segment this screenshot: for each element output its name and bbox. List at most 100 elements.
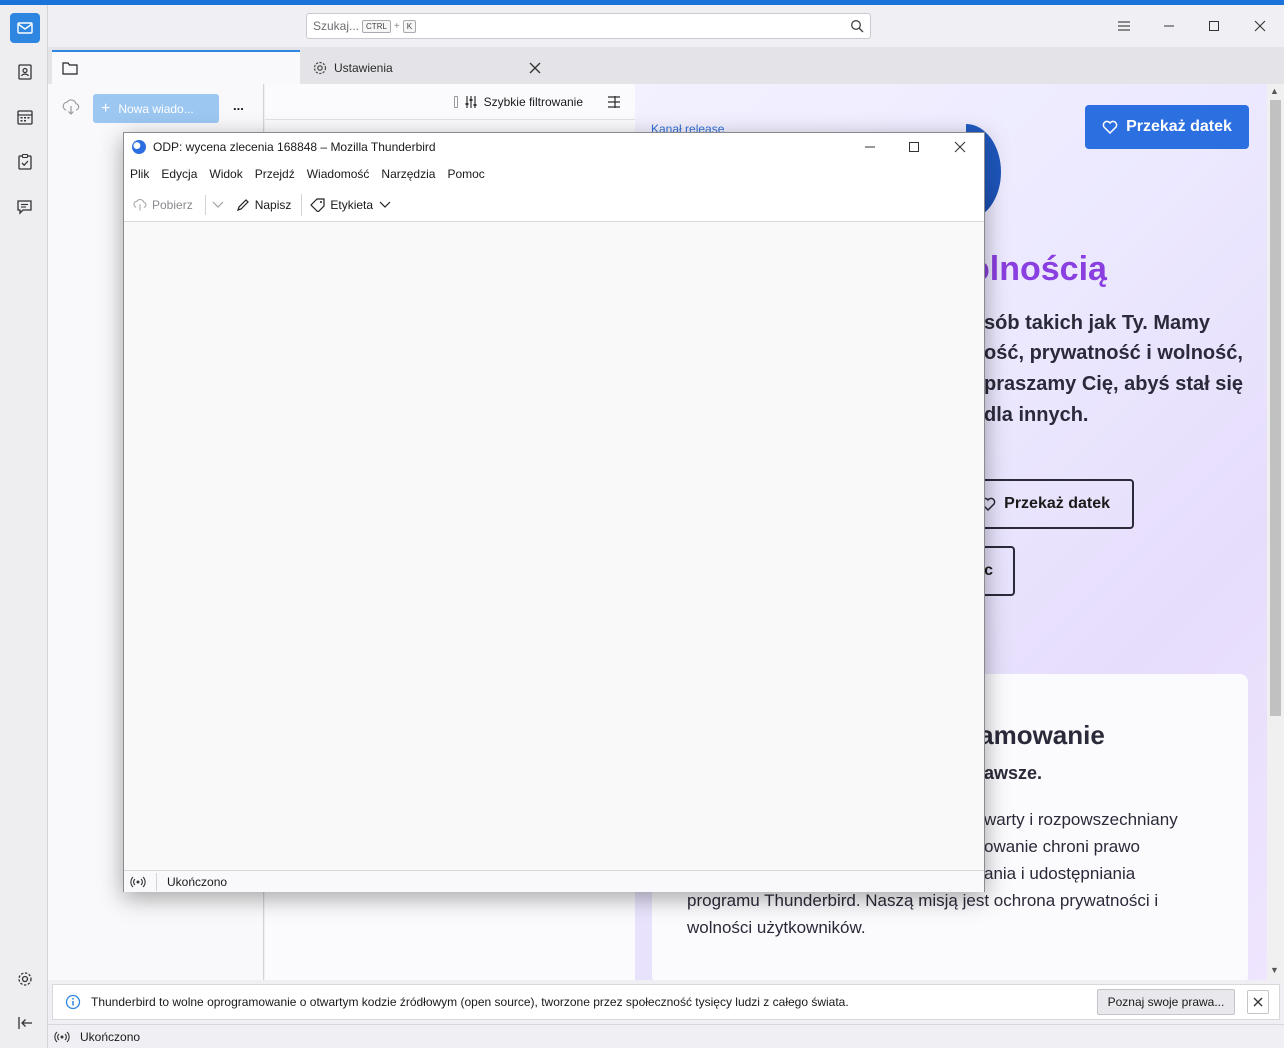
address-book-icon: [18, 64, 32, 80]
chevron-down-icon[interactable]: [212, 201, 224, 209]
display-options-icon[interactable]: [607, 95, 621, 109]
calendar-icon: [17, 110, 33, 125]
popup-minimize-button[interactable]: [848, 135, 892, 159]
notification-bar: Thunderbird to wolne oprogramowanie o ot…: [52, 984, 1280, 1020]
mail-icon: [17, 22, 33, 34]
thunderbird-logo-icon: [132, 140, 146, 154]
collapse-spaces-button[interactable]: [10, 1008, 40, 1038]
quick-filter-label[interactable]: Szybkie filtrowanie: [484, 95, 583, 109]
card-line-1: warty i rozpowszechniany: [984, 810, 1178, 829]
global-search-input[interactable]: Szukaj... CTRL + K: [306, 13, 871, 39]
close-window-button[interactable]: [1247, 14, 1273, 38]
donate-top-label: Przekaż datek: [1126, 118, 1232, 135]
menu-pomoc[interactable]: Pomoc: [447, 167, 484, 181]
online-status-icon[interactable]: [130, 875, 146, 889]
donate-mid-label: Przekaż datek: [1004, 495, 1110, 512]
popup-status-text: Ukończono: [167, 874, 228, 889]
maximize-icon: [909, 142, 919, 152]
tab-settings-label: Ustawienia: [334, 61, 393, 75]
close-icon: [954, 141, 966, 153]
message-window-title: ODP: wycena zlecenia 168848 – Mozilla Th…: [153, 140, 436, 154]
chat-space-button[interactable]: [10, 192, 40, 222]
new-message-button[interactable]: + Nowa wiado...: [93, 94, 219, 123]
donate-button[interactable]: Przekaż datek: [966, 479, 1134, 529]
chat-icon: [17, 200, 32, 215]
tasks-icon: [18, 153, 32, 170]
status-text: Ukończono: [80, 1029, 141, 1044]
thread-toolbar: Szybkie filtrowanie: [265, 84, 635, 120]
scroll-down-arrow-icon[interactable]: ▼: [1270, 965, 1279, 975]
menu-przejdz[interactable]: Przejdź: [255, 167, 295, 181]
write-button-label[interactable]: Napisz: [255, 198, 292, 212]
cloud-download-icon: [62, 99, 80, 115]
message-window-menubar: Plik Edycja Widok Przejdź Wiadomość Narz…: [124, 161, 984, 187]
mail-space-button[interactable]: [10, 13, 40, 43]
card-line-3: ania i udostępniania: [984, 864, 1136, 883]
settings-space-button[interactable]: [10, 964, 40, 994]
pencil-icon: [236, 199, 249, 211]
message-window-titlebar: ODP: wycena zlecenia 168848 – Mozilla Th…: [124, 133, 984, 161]
new-message-label: Nowa wiado...: [118, 101, 194, 116]
close-icon: [1254, 20, 1266, 32]
toolbar-divider: [301, 194, 303, 216]
maximize-button[interactable]: [1201, 14, 1227, 38]
message-window-toolbar: Pobierz Napisz Etykieta: [124, 189, 984, 222]
plus-icon: +: [101, 99, 111, 117]
folder-pane-more-button[interactable]: ...: [233, 98, 244, 113]
quick-filter-icon[interactable]: [464, 95, 478, 109]
get-messages-label[interactable]: Pobierz: [152, 198, 193, 212]
promo-para-line-3: praszamy Cię, abyś stał się: [984, 373, 1244, 395]
minimize-button[interactable]: [1156, 14, 1182, 38]
spaces-toolbar: [0, 5, 48, 1048]
tag-button-label[interactable]: Etykieta: [330, 198, 373, 212]
notification-close-button[interactable]: [1247, 990, 1269, 1014]
close-tab-icon[interactable]: [529, 62, 541, 74]
menu-plik[interactable]: Plik: [130, 167, 149, 181]
card-subheading: awsze.: [984, 763, 1043, 783]
popup-close-button[interactable]: [938, 135, 982, 159]
card-line-2: owanie chroni prawo: [984, 837, 1140, 856]
cloud-download-icon: [133, 199, 147, 211]
kbd-ctrl: CTRL: [362, 19, 391, 33]
kbd-plus: +: [393, 20, 400, 32]
menu-wiadomosc[interactable]: Wiadomość: [307, 167, 370, 181]
kbd-k: K: [402, 19, 417, 33]
online-status-icon[interactable]: [54, 1030, 70, 1044]
status-bar: Ukończono: [48, 1024, 1284, 1048]
heart-icon: [1102, 120, 1118, 134]
hamburger-icon: [1118, 21, 1130, 31]
popup-maximize-button[interactable]: [892, 135, 936, 159]
scrollbar-thumb[interactable]: [1270, 100, 1281, 716]
thread-toolbar-divider: [453, 95, 458, 108]
message-window-statusbar: Ukończono: [124, 870, 984, 892]
search-icon: [851, 20, 864, 33]
popup-status-divider: [156, 872, 157, 891]
menu-narzedzia[interactable]: Narzędzia: [381, 167, 435, 181]
app-menu-button[interactable]: [1111, 14, 1137, 38]
scroll-up-arrow-icon[interactable]: ▲: [1270, 86, 1279, 96]
maximize-icon: [1209, 21, 1219, 31]
donate-button-top[interactable]: Przekaż datek: [1085, 105, 1249, 149]
know-your-rights-button[interactable]: Poznaj swoje prawa...: [1097, 989, 1235, 1015]
help-button-label: c: [984, 562, 993, 579]
address-book-space-button[interactable]: [10, 57, 40, 87]
tab-settings[interactable]: Ustawienia: [300, 52, 554, 84]
chevron-down-icon[interactable]: [379, 201, 391, 209]
get-messages-button[interactable]: [61, 98, 81, 119]
tag-icon: [310, 198, 325, 212]
card-line-5: wolności użytkowników.: [687, 918, 866, 937]
card-line-4: programu Thunderbird. Naszą misją jest o…: [687, 891, 1159, 910]
tab-mail[interactable]: [52, 50, 300, 84]
folder-icon: [62, 62, 78, 75]
notification-text: Thunderbird to wolne oprogramowanie o ot…: [91, 995, 849, 1009]
menu-edycja[interactable]: Edycja: [161, 167, 197, 181]
menu-widok[interactable]: Widok: [209, 167, 242, 181]
promo-para-line-2: ość, prywatność i wolność,: [984, 342, 1243, 364]
close-icon: [1253, 997, 1263, 1007]
gear-icon: [18, 972, 32, 986]
search-placeholder: Szukaj...: [313, 19, 360, 33]
tasks-space-button[interactable]: [10, 147, 40, 177]
calendar-space-button[interactable]: [10, 102, 40, 132]
card-heading: ramowanie: [969, 720, 1105, 750]
gear-icon: [313, 61, 327, 75]
